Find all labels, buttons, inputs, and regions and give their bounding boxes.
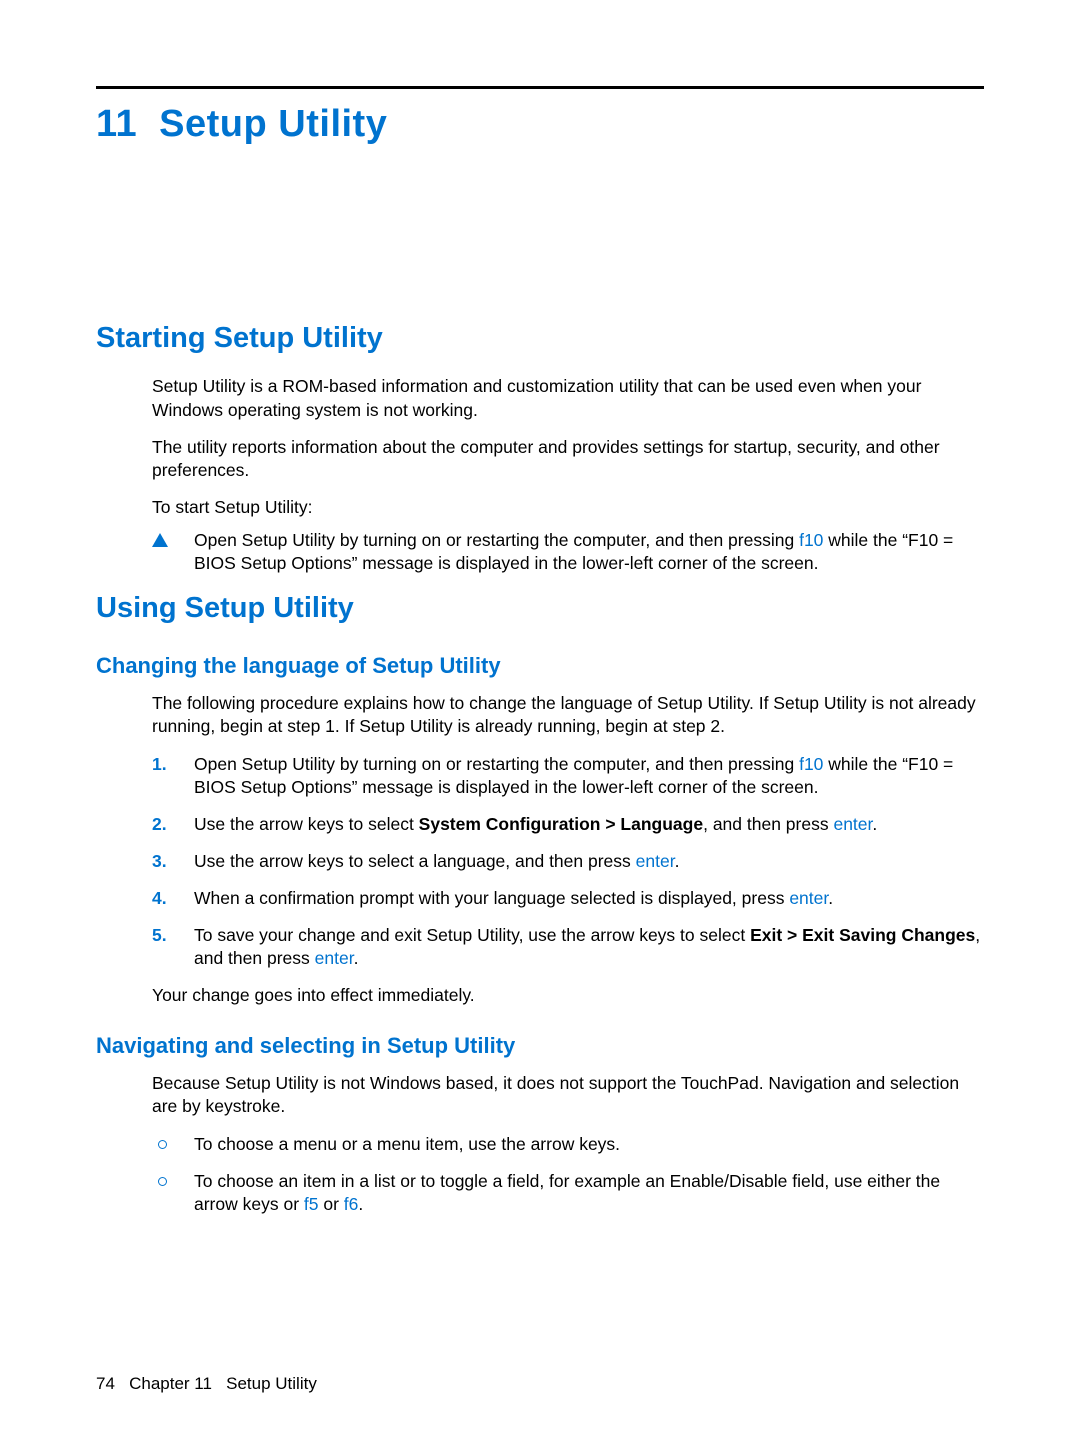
text: When a confirmation prompt with your lan… bbox=[194, 888, 789, 908]
list-item: 5. To save your change and exit Setup Ut… bbox=[152, 924, 984, 970]
key-enter: enter bbox=[315, 948, 354, 968]
section-starting-heading: Starting Setup Utility bbox=[96, 319, 984, 357]
chapter-title: Setup Utility bbox=[159, 103, 387, 145]
step-number: 5. bbox=[152, 924, 167, 947]
key-enter: enter bbox=[636, 851, 675, 871]
paragraph: The utility reports information about th… bbox=[152, 436, 984, 482]
footer-chapter: Chapter 11 bbox=[129, 1374, 212, 1393]
text: , and then press bbox=[703, 814, 833, 834]
key-f10: f10 bbox=[799, 754, 823, 774]
key-f5: f5 bbox=[304, 1194, 319, 1214]
key-enter: enter bbox=[833, 814, 872, 834]
list-item: To choose a menu or a menu item, use the… bbox=[152, 1133, 984, 1156]
paragraph: The following procedure explains how to … bbox=[152, 692, 984, 738]
bold-text: Exit > Exit Saving Changes bbox=[750, 925, 975, 945]
text: Open Setup Utility by turning on or rest… bbox=[194, 530, 799, 550]
subsection-navigating-body: Because Setup Utility is not Windows bas… bbox=[152, 1072, 984, 1215]
bullet-list: To choose a menu or a menu item, use the… bbox=[152, 1133, 984, 1216]
section-using-heading: Using Setup Utility bbox=[96, 589, 984, 627]
text: To save your change and exit Setup Utili… bbox=[194, 925, 750, 945]
text: To choose a menu or a menu item, use the… bbox=[194, 1134, 620, 1154]
page-footer: 74 Chapter 11 Setup Utility bbox=[96, 1373, 317, 1395]
triangle-list: Open Setup Utility by turning on or rest… bbox=[152, 529, 984, 575]
key-enter: enter bbox=[789, 888, 828, 908]
paragraph: Your change goes into effect immediately… bbox=[152, 984, 984, 1007]
page-number: 74 bbox=[96, 1374, 115, 1393]
step-number: 1. bbox=[152, 753, 167, 776]
key-f10: f10 bbox=[799, 530, 823, 550]
paragraph: Setup Utility is a ROM-based information… bbox=[152, 375, 984, 421]
subsection-language-body: The following procedure explains how to … bbox=[152, 692, 984, 1007]
text: Open Setup Utility by turning on or rest… bbox=[194, 754, 799, 774]
list-item: 1. Open Setup Utility by turning on or r… bbox=[152, 753, 984, 799]
step-number: 3. bbox=[152, 850, 167, 873]
list-item: To choose an item in a list or to toggle… bbox=[152, 1170, 984, 1216]
paragraph: Because Setup Utility is not Windows bas… bbox=[152, 1072, 984, 1118]
text: . bbox=[354, 948, 359, 968]
numbered-list: 1. Open Setup Utility by turning on or r… bbox=[152, 753, 984, 971]
text: Use the arrow keys to select a language,… bbox=[194, 851, 636, 871]
paragraph: To start Setup Utility: bbox=[152, 496, 984, 519]
chapter-number: 11 bbox=[96, 103, 137, 145]
text: . bbox=[358, 1194, 363, 1214]
subsection-navigating-heading: Navigating and selecting in Setup Utilit… bbox=[96, 1031, 984, 1060]
step-number: 2. bbox=[152, 813, 167, 836]
list-item: 4. When a confirmation prompt with your … bbox=[152, 887, 984, 910]
text: or bbox=[319, 1194, 344, 1214]
list-item: Open Setup Utility by turning on or rest… bbox=[152, 529, 984, 575]
list-item: 3. Use the arrow keys to select a langua… bbox=[152, 850, 984, 873]
text: Use the arrow keys to select bbox=[194, 814, 419, 834]
section-starting-body: Setup Utility is a ROM-based information… bbox=[152, 375, 984, 575]
page: 11 Setup Utility Starting Setup Utility S… bbox=[0, 0, 1080, 1437]
subsection-language-heading: Changing the language of Setup Utility bbox=[96, 651, 984, 680]
bold-text: System Configuration > Language bbox=[419, 814, 703, 834]
key-f6: f6 bbox=[344, 1194, 359, 1214]
top-rule bbox=[96, 86, 984, 89]
step-number: 4. bbox=[152, 887, 167, 910]
footer-title: Setup Utility bbox=[226, 1374, 317, 1393]
text: . bbox=[872, 814, 877, 834]
text: . bbox=[675, 851, 680, 871]
list-item: 2. Use the arrow keys to select System C… bbox=[152, 813, 984, 836]
chapter-heading: 11 Setup Utility bbox=[96, 99, 984, 149]
text: . bbox=[828, 888, 833, 908]
